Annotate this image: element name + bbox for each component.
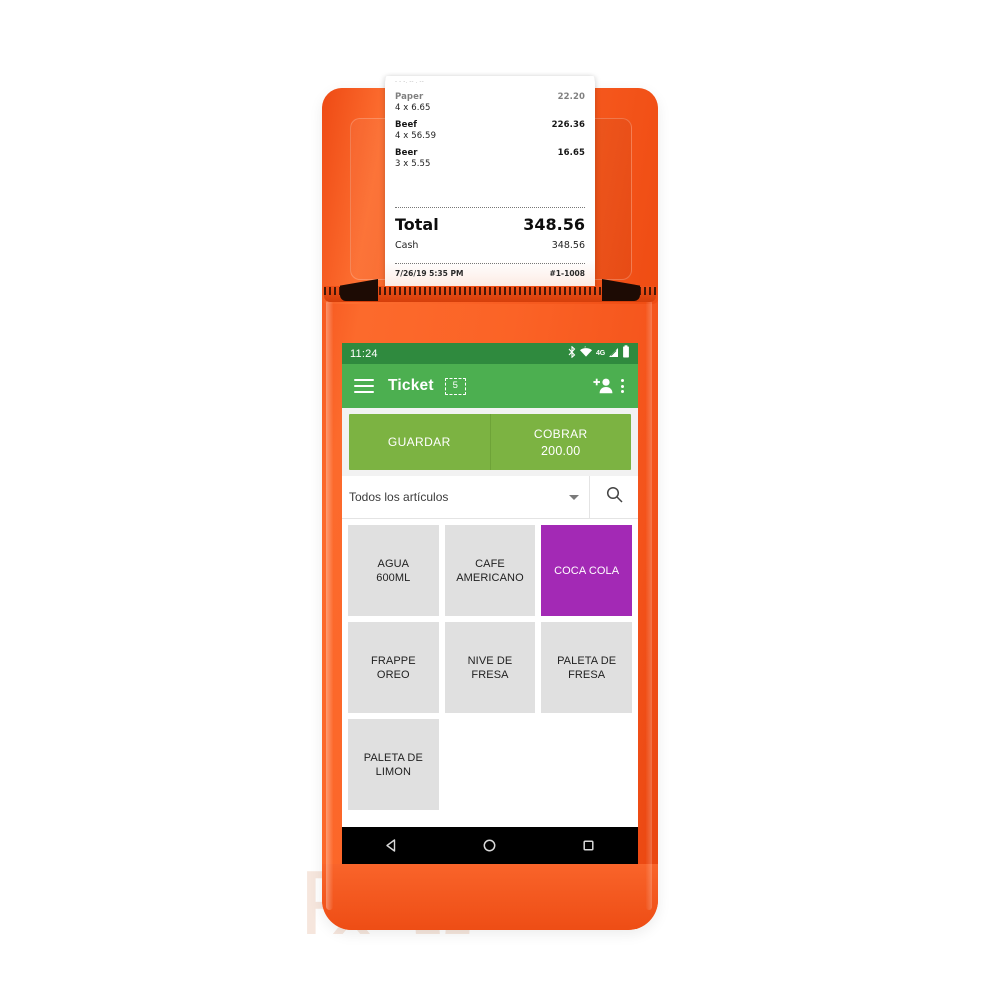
hamburger-icon[interactable] [354,379,374,393]
receipt-total-value: 348.56 [523,215,585,234]
ticket-count-badge[interactable]: 5 [444,377,466,395]
chevron-down-icon [569,494,579,500]
receipt-item-name: Beer [395,148,418,158]
receipt-divider-bottom [395,263,585,264]
search-icon [606,486,623,508]
receipt-item-row: Beef 226.36 [395,120,585,130]
product-tile[interactable]: CAFE AMERICANO [444,525,536,616]
receipt-timestamp: 7/26/19 5:35 PM [395,269,464,278]
receipt-number: #1-1008 [549,269,586,278]
signal-icon [608,345,619,363]
product-tile[interactable]: AGUA 600ML [348,525,439,616]
charge-button-amount: 200.00 [541,443,581,458]
product-tile[interactable]: FRAPPE OREO [348,622,439,713]
category-dropdown-value: Todos los artículos [349,490,449,504]
receipt-item-amount: 226.36 [551,120,585,130]
product-label-line1: COCA COLA [554,564,620,577]
receipt-total-label: Total [395,215,439,234]
receipt-total-row: Total 348.56 [395,215,585,234]
back-triangle-icon[interactable] [361,838,421,853]
receipt-payment-value: 348.56 [551,240,585,251]
phone-screen: 11:24 4G Ticket 5 GUARDAR COBRAR 200.00 … [342,343,638,864]
wifi-icon [579,345,593,363]
charge-button-label: COBRAR [533,426,588,441]
receipt-divider-top [395,207,585,208]
search-button[interactable] [589,476,638,518]
action-button-row: GUARDAR COBRAR 200.00 [349,414,631,470]
product-label-line2: OREO [376,668,410,681]
receipt-item-qty: 3 x 5.55 [395,159,431,169]
action-strip: GUARDAR COBRAR 200.00 [342,408,638,476]
product-tile[interactable]: PALETA DE FRESA [541,622,632,713]
receipt-item-amount: 16.65 [557,148,585,158]
product-label-line2: FRESA [568,668,606,681]
status-bar: 11:24 4G [342,343,638,364]
product-label-line2: AMERICANO [456,571,524,584]
receipt-item-amount: 22.20 [557,92,585,102]
product-label-line1: AGUA [377,557,410,570]
receipt-item-row: Paper 22.20 [395,92,585,102]
receipt-item-row: Beer 16.65 [395,148,585,158]
android-nav-bar [342,827,638,864]
product-label-line2: LIMON [375,765,411,778]
receipt-top-faint-line: - - -. -- . -- [395,79,424,85]
receipt-item-name: Beef [395,120,418,130]
product-tile[interactable]: NIVE DE FRESA [444,622,536,713]
save-button[interactable]: GUARDAR [349,414,490,470]
product-label-line2: 600ML [376,571,411,584]
filter-row: Todos los artículos [342,476,638,519]
save-button-label: GUARDAR [387,435,451,449]
product-grid: AGUA 600ML CAFE AMERICANO COCA COLA FRAPPE… [342,519,638,860]
charge-button[interactable]: COBRAR 200.00 [489,414,631,470]
status-icon-group: 4G [568,344,630,363]
device-chin [322,864,658,930]
page-title: Ticket [388,377,434,394]
category-dropdown[interactable]: Todos los artículos [342,476,589,518]
product-label-line1: CAFE [475,557,505,570]
add-person-icon[interactable] [593,377,615,395]
bluetooth-icon [568,345,576,363]
product-tile-selected[interactable]: COCA COLA [541,525,632,616]
status-time: 11:24 [350,347,378,360]
screenshot-stage: - - -. -- . -- Paper 22.20 4 x 6.65 Beef… [0,0,1000,1000]
product-label-line1: PALETA DE [363,751,423,764]
product-label-line1: FRAPPE [371,654,416,667]
receipt-payment-row: Cash 348.56 [395,240,585,251]
receipt-item-qty: 4 x 6.65 [395,103,431,113]
product-label-line1: NIVE DE [467,654,513,667]
receipt-item-name: Paper [395,92,424,102]
kebab-menu-icon[interactable] [615,377,630,395]
recents-square-icon[interactable] [559,838,619,853]
product-label-line2: FRESA [471,668,509,681]
network-type-label: 4G [596,350,605,357]
device-left-highlight [326,300,333,910]
battery-icon [622,344,630,363]
printed-receipt: - - -. -- . -- Paper 22.20 4 x 6.65 Beef… [385,76,595,296]
product-label-line1: PALETA DE [557,654,617,667]
receipt-footer-row: 7/26/19 5:35 PM #1-1008 [395,269,585,278]
home-circle-icon[interactable] [460,838,520,853]
product-tile[interactable]: PALETA DE LIMON [348,719,439,810]
app-bar: Ticket 5 [342,364,638,408]
device-right-highlight [646,300,652,910]
receipt-item-qty: 4 x 56.59 [395,131,437,141]
receipt-payment-label: Cash [395,240,419,251]
